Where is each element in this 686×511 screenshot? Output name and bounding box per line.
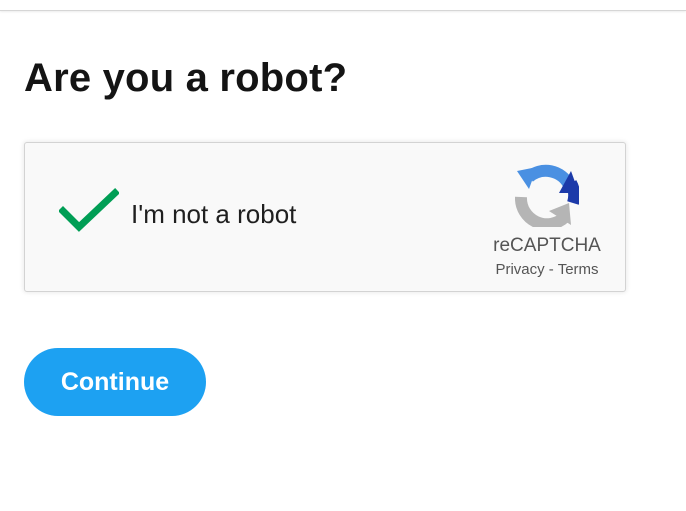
recaptcha-links: Privacy - Terms <box>477 261 617 278</box>
recaptcha-brand-label: reCAPTCHA <box>493 235 601 256</box>
top-divider <box>0 0 686 11</box>
continue-button[interactable]: Continue <box>24 348 206 416</box>
terms-link[interactable]: Terms <box>558 261 599 278</box>
checkbox-label[interactable]: I'm not a robot <box>131 199 296 230</box>
links-separator: - <box>544 261 558 278</box>
privacy-link[interactable]: Privacy <box>495 261 544 278</box>
recaptcha-logo-icon <box>515 164 579 227</box>
recaptcha-widget: I'm not a robot reCAPTCHA Privacy - Term… <box>24 142 626 292</box>
page-title: Are you a robot? <box>24 56 348 100</box>
checkmark-icon[interactable] <box>59 187 119 233</box>
